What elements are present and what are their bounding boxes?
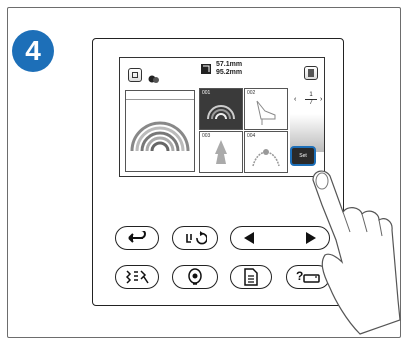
pointing-hand-icon xyxy=(312,170,401,335)
